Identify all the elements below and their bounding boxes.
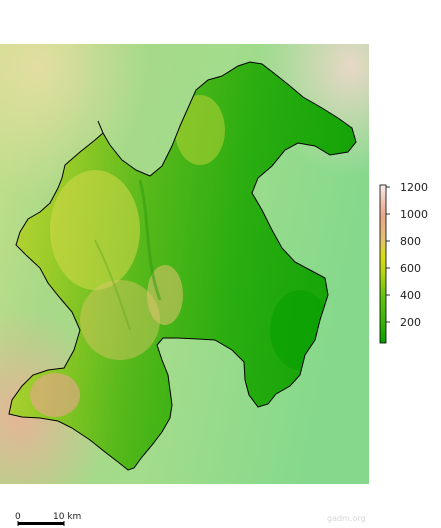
scale-end-label: 10 km [53, 512, 81, 522]
scale-bar: 0 10 km [15, 512, 81, 526]
credit-text: gadm.org [327, 514, 366, 523]
scale-bar-line [18, 522, 64, 525]
map-figure: 1200 1000 800 600 400 200 0 10 km gadm.o… [0, 44, 428, 526]
scale-start-label: 0 [15, 512, 21, 522]
legend-label-1200: 1200 [400, 181, 428, 194]
elevation-legend: 1200 1000 800 600 400 200 [379, 181, 428, 344]
legend-label-1000: 1000 [400, 208, 428, 221]
legend-label-200: 200 [400, 316, 421, 329]
legend-label-800: 800 [400, 235, 421, 248]
legend-color-bar [379, 184, 387, 344]
legend-label-400: 400 [400, 289, 421, 302]
legend-label-600: 600 [400, 262, 421, 275]
legend-ticks [386, 186, 390, 323]
